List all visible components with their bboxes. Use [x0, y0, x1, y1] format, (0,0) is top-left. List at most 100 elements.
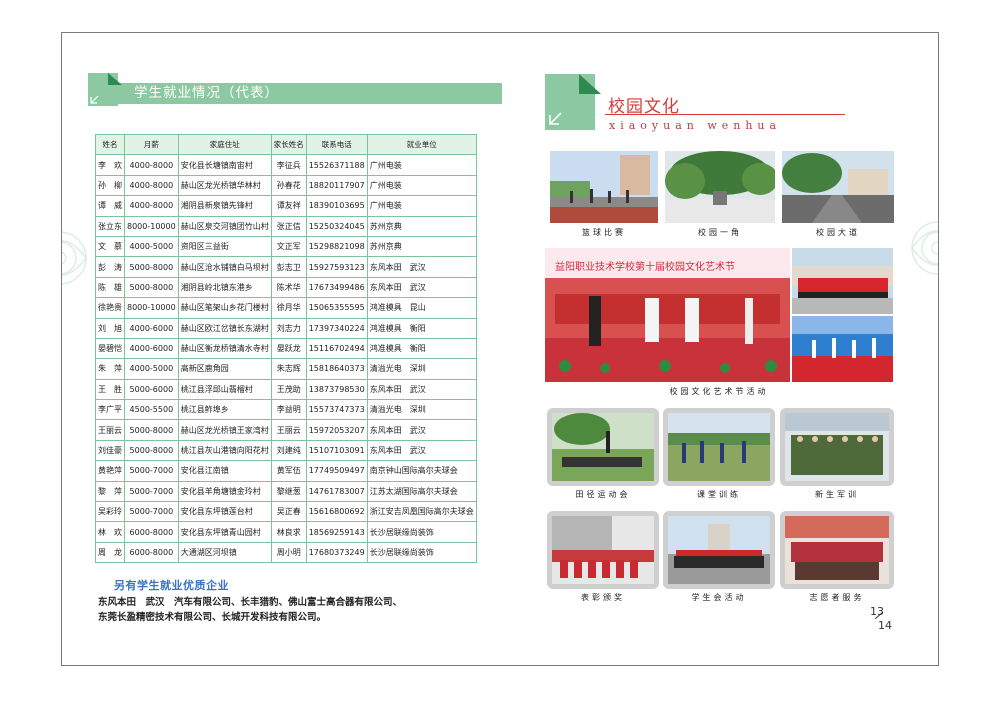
- table-row: 谭 威 4000-8000 湘阴县新泉镇先锋村 谭友祥 18390103695 广州电装: [95, 195, 477, 217]
- table-row: 彭 涛 5000-8000 赫山区沧水铺镇白马坝村 彭志卫 15927593123 东风本…: [95, 256, 477, 278]
- cell-salary: 4000-8000: [124, 174, 179, 197]
- table-row: 吴彩玲 5000-7000 安化县东坪镇莲台村 吴正春 15616800692 浙江安吉凤…: [95, 501, 477, 523]
- cell-parent: 徐月华: [270, 297, 307, 319]
- cell-phone: 18820117907: [305, 174, 368, 197]
- cell-salary: 6000-8000: [124, 521, 179, 543]
- caption-sports-meet: 田径运动会: [575, 490, 631, 499]
- photo-award-ceremony: [552, 516, 654, 584]
- cell-phone: 15616800692: [305, 501, 368, 523]
- cell-name: 张立东: [95, 215, 125, 237]
- col-header-employer: 就业单位: [366, 133, 477, 156]
- col-header-parent: 家长姓名: [270, 133, 307, 156]
- cell-salary: 5000-7000: [124, 480, 179, 503]
- cell-parent: 王丽云: [270, 419, 307, 441]
- folded-corner-icon: [88, 73, 122, 106]
- table-row: 王 胜 5000-6000 桃江县浮邱山翡榴村 王茂助 13873798530 东风本田 …: [95, 378, 477, 401]
- cell-salary: 4000-6000: [124, 337, 179, 360]
- cell-address: 安化县东坪镇青山园村: [177, 521, 272, 543]
- cell-employer: 清溢光电 深圳: [366, 399, 477, 421]
- cell-parent: 张正信: [270, 215, 307, 237]
- table-row: 李广平 4500-5500 桃江县鲊埠乡 李益明 15573747373 清溢光电 深圳: [95, 399, 477, 421]
- cell-address: 安化县羊角塘镇金玲村: [177, 480, 272, 503]
- cell-salary: 8000-10000: [124, 297, 179, 319]
- caption-art-festival: 校园文化艺术节活动: [669, 387, 769, 396]
- table-row: 李 欢 4000-8000 安化县长塘镇南宙村 李征兵 15526371188 广州电装: [95, 154, 477, 176]
- cell-phone: 17673499486: [305, 276, 368, 299]
- cell-salary: 4000-6000: [124, 317, 179, 339]
- cell-salary: 5000-7000: [124, 501, 179, 523]
- cell-parent: 朱志辉: [270, 358, 307, 380]
- cell-parent: 陈术华: [270, 276, 307, 299]
- cell-salary: 4500-5500: [124, 399, 179, 421]
- cell-name: 刘 旭: [95, 317, 125, 339]
- cell-parent: 周小明: [270, 541, 307, 564]
- cell-employer: 长沙居联缘尚装饰: [366, 541, 477, 564]
- cell-address: 湘阴县新泉镇先锋村: [177, 195, 272, 217]
- cell-parent: 文正军: [270, 235, 307, 258]
- cell-address: 安化县江南镇: [177, 460, 272, 482]
- cell-parent: 彭志卫: [270, 256, 307, 278]
- cell-address: 大通湖区河坝镇: [177, 541, 272, 564]
- cell-phone: 18569259143: [305, 521, 368, 543]
- caption-basketball: 篮球比赛: [582, 228, 626, 237]
- cell-name: 谭 威: [95, 195, 125, 217]
- cell-salary: 5000-6000: [124, 378, 179, 401]
- cell-salary: 5000-8000: [124, 419, 179, 441]
- cell-name: 陈 雄: [95, 276, 125, 299]
- cell-employer: 广州电装: [366, 154, 477, 176]
- cell-phone: 15298821098: [305, 235, 368, 258]
- table-row: 刘佳豪 5000-8000 桃江县灰山港镇向阳花村 刘建纯 15107103091 东风本…: [95, 439, 477, 462]
- caption-award-ceremony: 表彰颁奖: [581, 593, 625, 602]
- cell-address: 安化县长塘镇南宙村: [177, 154, 272, 176]
- cell-parent: 刘志力: [270, 317, 307, 339]
- cell-name: 黎 萍: [95, 480, 125, 503]
- caption-class-training: 课堂训练: [697, 490, 741, 499]
- table-row: 朱 萍 4000-5000 高新区鹿角园 朱志辉 15818640373 清溢光电 深圳: [95, 358, 477, 380]
- cell-parent: 林良求: [270, 521, 307, 543]
- table-header-row: 姓名 月薪 家庭住址 家长姓名 联系电话 就业单位: [95, 133, 477, 156]
- table-row: 林 欢 6000-8000 安化县东坪镇青山园村 林良求 18569259143 长沙居联…: [95, 521, 477, 543]
- more-companies-line: 东风本田 武汉 汽车有限公司、长丰猎豹、佛山富士高合器有限公司、: [98, 597, 403, 608]
- campus-culture-pinyin: xiaoyuan wenhua: [609, 119, 782, 132]
- cell-employer: 鸿准模具 衡阳: [366, 317, 477, 339]
- cell-address: 赫山区泉交河镇团竹山村: [177, 215, 272, 237]
- caption-volunteer-service: 志愿者服务: [809, 593, 865, 602]
- cell-name: 徐艳贵: [95, 297, 125, 319]
- col-header-phone: 联系电话: [305, 133, 368, 156]
- cell-name: 黄艳萍: [95, 460, 125, 482]
- cell-name: 刘佳豪: [95, 439, 125, 462]
- cell-address: 桃江县鲊埠乡: [177, 399, 272, 421]
- more-companies-title: 另有学生就业优质企业: [114, 579, 229, 592]
- photo-art-festival-stage: 益阳职业技术学校第十届校园文化艺术节: [545, 248, 790, 382]
- photo-volunteer-service: [785, 516, 889, 584]
- employment-table: 姓名 月薪 家庭住址 家长姓名 联系电话 就业单位 李 欢 4000-8000 安化…: [95, 133, 477, 564]
- cell-phone: 17749509497: [305, 460, 368, 482]
- cell-parent: 李益明: [270, 399, 307, 421]
- cell-salary: 5000-8000: [124, 256, 179, 278]
- cell-employer: 苏州京典: [366, 215, 477, 237]
- cell-name: 晏碧恺: [95, 337, 125, 360]
- cell-name: 朱 萍: [95, 358, 125, 380]
- cell-phone: 18390103695: [305, 195, 368, 217]
- employment-heading: 学生就业情况（代表）: [134, 85, 279, 101]
- cell-address: 桃江县灰山港镇向阳花村: [177, 439, 272, 462]
- cell-address: 赫山区龙光桥镇王家湾村: [177, 419, 272, 441]
- table-row: 刘 旭 4000-6000 赫山区欧江岔镇长东湖村 刘志力 17397340224 鸿准模…: [95, 317, 477, 339]
- heading-divider: [605, 114, 845, 115]
- caption-military-training: 新生军训: [815, 490, 859, 499]
- cell-employer: 东风本田 武汉: [366, 439, 477, 462]
- cell-phone: 15065355595: [305, 297, 368, 319]
- cell-parent: 黄军伍: [270, 460, 307, 482]
- cell-employer: 南京钟山国际高尔夫球会: [366, 460, 477, 482]
- photo-campus-corner: [665, 151, 775, 223]
- cell-employer: 鸿准模具 昆山: [366, 297, 477, 319]
- cell-employer: 东风本田 武汉: [366, 419, 477, 441]
- cell-employer: 长沙居联缘尚装饰: [366, 521, 477, 543]
- col-header-salary: 月薪: [124, 133, 179, 156]
- cell-name: 周 龙: [95, 541, 125, 564]
- cell-salary: 5000-8000: [124, 439, 179, 462]
- cell-salary: 6000-8000: [124, 541, 179, 564]
- cell-employer: 广州电装: [366, 195, 477, 217]
- cell-name: 王丽云: [95, 419, 125, 441]
- cell-phone: 17397340224: [305, 317, 368, 339]
